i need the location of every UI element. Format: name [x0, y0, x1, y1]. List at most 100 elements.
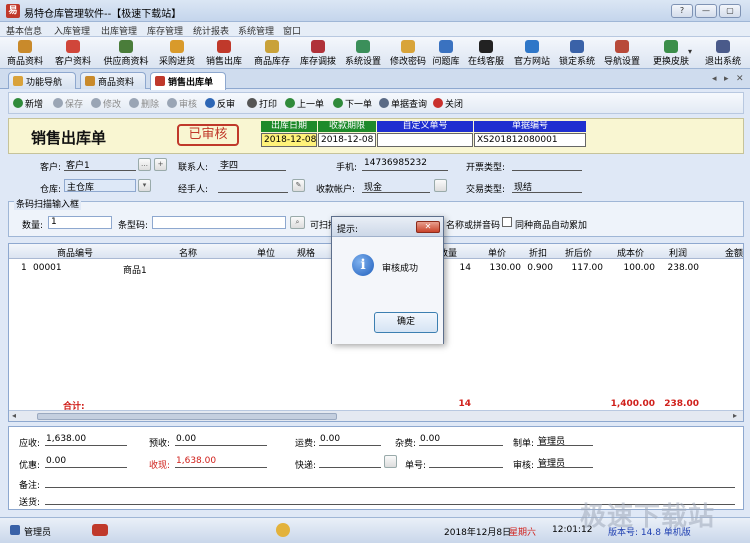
skin-icon: [664, 40, 678, 53]
qty-input[interactable]: 1: [48, 216, 112, 229]
phone-field[interactable]: 14736985232: [362, 158, 448, 171]
warehouse-dropdown-icon[interactable]: ▾: [138, 179, 151, 192]
col-unit[interactable]: 单位: [257, 246, 275, 259]
misc-fee-field[interactable]: 0.00: [419, 434, 503, 446]
site-watermark: 极速下载站: [580, 502, 716, 532]
menu-window[interactable]: 窗口: [283, 24, 301, 37]
toolbar-overflow-icon[interactable]: ▾: [688, 47, 692, 56]
express-field[interactable]: [319, 456, 381, 468]
freight-field[interactable]: 0.00: [319, 434, 381, 446]
express-dropdown-icon[interactable]: [384, 455, 397, 468]
auto-sum-checkbox[interactable]: [502, 217, 512, 227]
col-cost[interactable]: 成本价: [617, 246, 644, 259]
freight-label: 运费:: [295, 439, 317, 449]
toolbar-transfer-button[interactable]: 库存调拨: [297, 39, 339, 67]
delete-button: 删除: [129, 97, 159, 110]
toolbar-settings-button[interactable]: 系统设置: [342, 39, 384, 67]
query-button[interactable]: 单据查询: [379, 97, 427, 110]
payment-due-field[interactable]: 2018-12-08: [318, 133, 376, 147]
account-dropdown-icon[interactable]: [434, 179, 447, 192]
toolbar-exit-button[interactable]: 退出系统: [700, 39, 746, 67]
horizontal-scrollbar[interactable]: ◂ ▸: [9, 410, 743, 421]
col-amount[interactable]: 金额: [725, 246, 743, 259]
toolbar-truck-button[interactable]: 采购进货: [155, 39, 199, 67]
toolbar-ie-button[interactable]: 官方网站: [512, 39, 552, 67]
handler-lookup-icon[interactable]: ✎: [292, 179, 305, 192]
receivable-field[interactable]: 1,638.00: [45, 434, 127, 446]
menu-reports[interactable]: 统计报表: [193, 24, 229, 37]
remark-field[interactable]: [45, 476, 735, 488]
next-button[interactable]: 下一单: [333, 97, 372, 110]
tab-product-info[interactable]: 商品资料: [80, 72, 146, 89]
menu-system[interactable]: 系统管理: [238, 24, 274, 37]
customer-field[interactable]: 客户1: [64, 158, 136, 171]
barcode-section-title: 条码扫描输入框: [14, 197, 82, 210]
toolbar-key-button[interactable]: 修改密码: [388, 39, 428, 67]
col-discount[interactable]: 折扣: [529, 246, 547, 259]
trade-type-field[interactable]: 现结: [512, 180, 582, 193]
tab-close-icon[interactable]: ✕: [736, 74, 744, 84]
handler-field[interactable]: [218, 180, 288, 193]
toolbar-qq-button[interactable]: 在线客服: [465, 39, 507, 67]
custom-number-field[interactable]: [377, 133, 473, 147]
dialog-close-icon[interactable]: ✕: [416, 221, 440, 233]
lock-icon: [570, 40, 584, 53]
search-icon[interactable]: ⌕: [290, 216, 305, 229]
col-spec[interactable]: 规格: [297, 246, 315, 259]
menu-outbound[interactable]: 出库管理: [101, 24, 137, 37]
maker-label: 制单:: [513, 439, 535, 449]
toolbar-stock-button[interactable]: 商品库存: [250, 39, 294, 67]
minimize-button[interactable]: —: [695, 4, 717, 18]
close-button[interactable]: 关闭: [433, 97, 463, 110]
customer-lookup-icon[interactable]: …: [138, 158, 151, 171]
tracking-field[interactable]: [429, 456, 503, 468]
discount-field[interactable]: 0.00: [45, 456, 127, 468]
toolbar-cart-button[interactable]: 销售出库: [202, 39, 246, 67]
tab-scroll-right-icon[interactable]: ▸: [724, 74, 729, 84]
warehouse-select[interactable]: 主仓库: [64, 179, 136, 192]
col-name[interactable]: 名称: [179, 246, 197, 259]
main-toolbar: 商品资料 客户资料 供应商资料 采购进货 销售出库 商品库存 库存调拨 系统设置 修改密码 问题库…: [0, 37, 750, 69]
menu-inventory[interactable]: 库存管理: [147, 24, 183, 37]
toolbar-supplier-button[interactable]: 供应商资料: [99, 39, 153, 67]
col-net-price[interactable]: 折后价: [565, 246, 592, 259]
help-button[interactable]: ?: [671, 4, 693, 18]
document-number-field[interactable]: XS201812080001: [474, 133, 586, 147]
menu-basic-info[interactable]: 基本信息: [6, 24, 42, 37]
toolbar-lock-button[interactable]: 锁定系统: [556, 39, 598, 67]
tab-sales-outbound[interactable]: 销售出库单: [150, 72, 226, 90]
toolbar-nav-button[interactable]: 导航设置: [601, 39, 643, 67]
ship-date-field[interactable]: 2018-12-08: [261, 133, 317, 147]
menu-inbound[interactable]: 入库管理: [54, 24, 90, 37]
toolbar-question-button[interactable]: 问题库: [430, 39, 462, 67]
prev-button[interactable]: 上一单: [285, 97, 324, 110]
toolbar-box-button[interactable]: 商品资料: [2, 39, 48, 67]
toolbar-label: 导航设置: [603, 57, 640, 67]
contact-field[interactable]: 李四: [218, 158, 286, 171]
account-field[interactable]: 现金: [362, 180, 430, 193]
tab-function-nav[interactable]: 功能导航: [8, 72, 76, 89]
title-bar: 易 易特仓库管理软件--【极速下载站】 ? — ▢: [0, 0, 750, 22]
new-button[interactable]: 新增: [13, 97, 43, 110]
tab-scroll-left-icon[interactable]: ◂: [712, 74, 717, 84]
toolbar-label: 修改密码: [389, 57, 426, 67]
prepaid-field[interactable]: 0.00: [175, 434, 267, 446]
customer-add-icon[interactable]: +: [154, 158, 167, 171]
received-field[interactable]: 1,638.00: [175, 456, 267, 468]
dialog-ok-button[interactable]: 确定: [374, 312, 438, 333]
scrollbar-thumb[interactable]: [37, 413, 337, 420]
remark-label: 备注:: [19, 481, 41, 491]
col-price[interactable]: 单价: [488, 246, 506, 259]
phone-label: 手机:: [336, 163, 358, 173]
toolbar-user-button[interactable]: 客户资料: [50, 39, 96, 67]
col-profit[interactable]: 利润: [669, 246, 687, 259]
unaudit-button[interactable]: 反审: [205, 97, 235, 110]
scroll-right-arrow-icon[interactable]: ▸: [733, 411, 737, 420]
transfer-icon: [311, 40, 325, 53]
invoice-type-field[interactable]: [512, 158, 582, 171]
barcode-input[interactable]: [152, 216, 286, 229]
print-button[interactable]: 打印: [247, 97, 277, 110]
scroll-left-arrow-icon[interactable]: ◂: [12, 411, 16, 420]
maximize-button[interactable]: ▢: [719, 4, 741, 18]
col-product-code[interactable]: 商品编号: [57, 246, 93, 259]
